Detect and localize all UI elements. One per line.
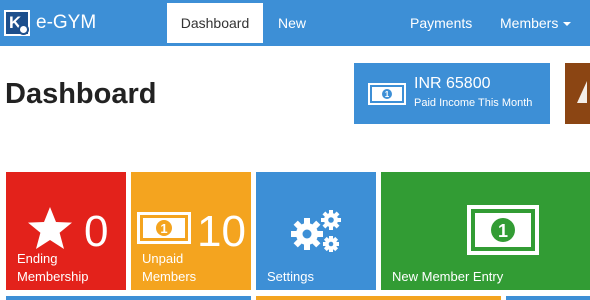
gears-icon	[291, 210, 341, 252]
income-label: Paid Income This Month	[414, 97, 533, 109]
gym-logo-icon: K	[4, 10, 30, 36]
tile-label-line2: Members	[142, 269, 197, 284]
caret-down-icon	[563, 22, 572, 27]
svg-text:1: 1	[385, 90, 390, 99]
brand[interactable]: K e-GYM	[4, 8, 96, 38]
banknote-icon: 1	[467, 205, 539, 255]
income-stat-box: 1 INR 65800 Paid Income This Month	[354, 63, 550, 124]
nav-dashboard[interactable]: Dashboard	[167, 3, 263, 43]
tile-row-2-blue[interactable]	[6, 296, 251, 300]
star-icon	[28, 207, 72, 249]
tile-row-2-orange[interactable]	[256, 296, 501, 300]
tile-label: Ending Membership	[17, 250, 89, 286]
top-navbar: K e-GYM Dashboard New Registration Payme…	[0, 0, 590, 71]
nav-new-registration[interactable]: New Registration	[278, 3, 380, 71]
tile-label: New Member Entry	[392, 268, 503, 286]
secondary-stat-box	[565, 63, 590, 124]
tile-ending-membership[interactable]: 0 Ending Membership	[6, 172, 126, 290]
tile-label-line1: Ending	[17, 251, 58, 266]
page-title: Dashboard	[5, 78, 157, 110]
tile-new-member-entry[interactable]: 1 New Member Entry	[381, 172, 590, 290]
tile-label-line1: Settings	[267, 269, 314, 284]
tile-label: Unpaid Members	[142, 250, 196, 286]
tile-label-line1: New Member Entry	[392, 269, 504, 284]
tile-label-line1: Unpaid	[142, 251, 184, 266]
income-value: INR 65800	[414, 75, 491, 92]
tile-label: Settings	[267, 268, 314, 286]
banknote-icon: 1	[137, 212, 191, 244]
stat-icon	[577, 81, 587, 103]
nav-members-label: Members	[500, 15, 559, 31]
brand-name: e-GYM	[36, 12, 97, 33]
tile-label-line2: Membership	[17, 269, 89, 284]
tile-unpaid-members[interactable]: 1 10 Unpaid Members	[131, 172, 251, 290]
tile-row-2-blue-right[interactable]	[506, 296, 590, 300]
main-nav: Dashboard New Registration Payments Memb…	[167, 3, 572, 71]
svg-text:1: 1	[160, 221, 167, 236]
unpaid-members-count: 10	[197, 207, 246, 256]
tile-settings[interactable]: Settings	[256, 172, 376, 290]
svg-text:1: 1	[498, 221, 508, 241]
nav-members-dropdown[interactable]: Members	[500, 3, 580, 43]
banknote-icon: 1	[368, 83, 406, 105]
nav-payments[interactable]: Payments	[410, 3, 472, 43]
